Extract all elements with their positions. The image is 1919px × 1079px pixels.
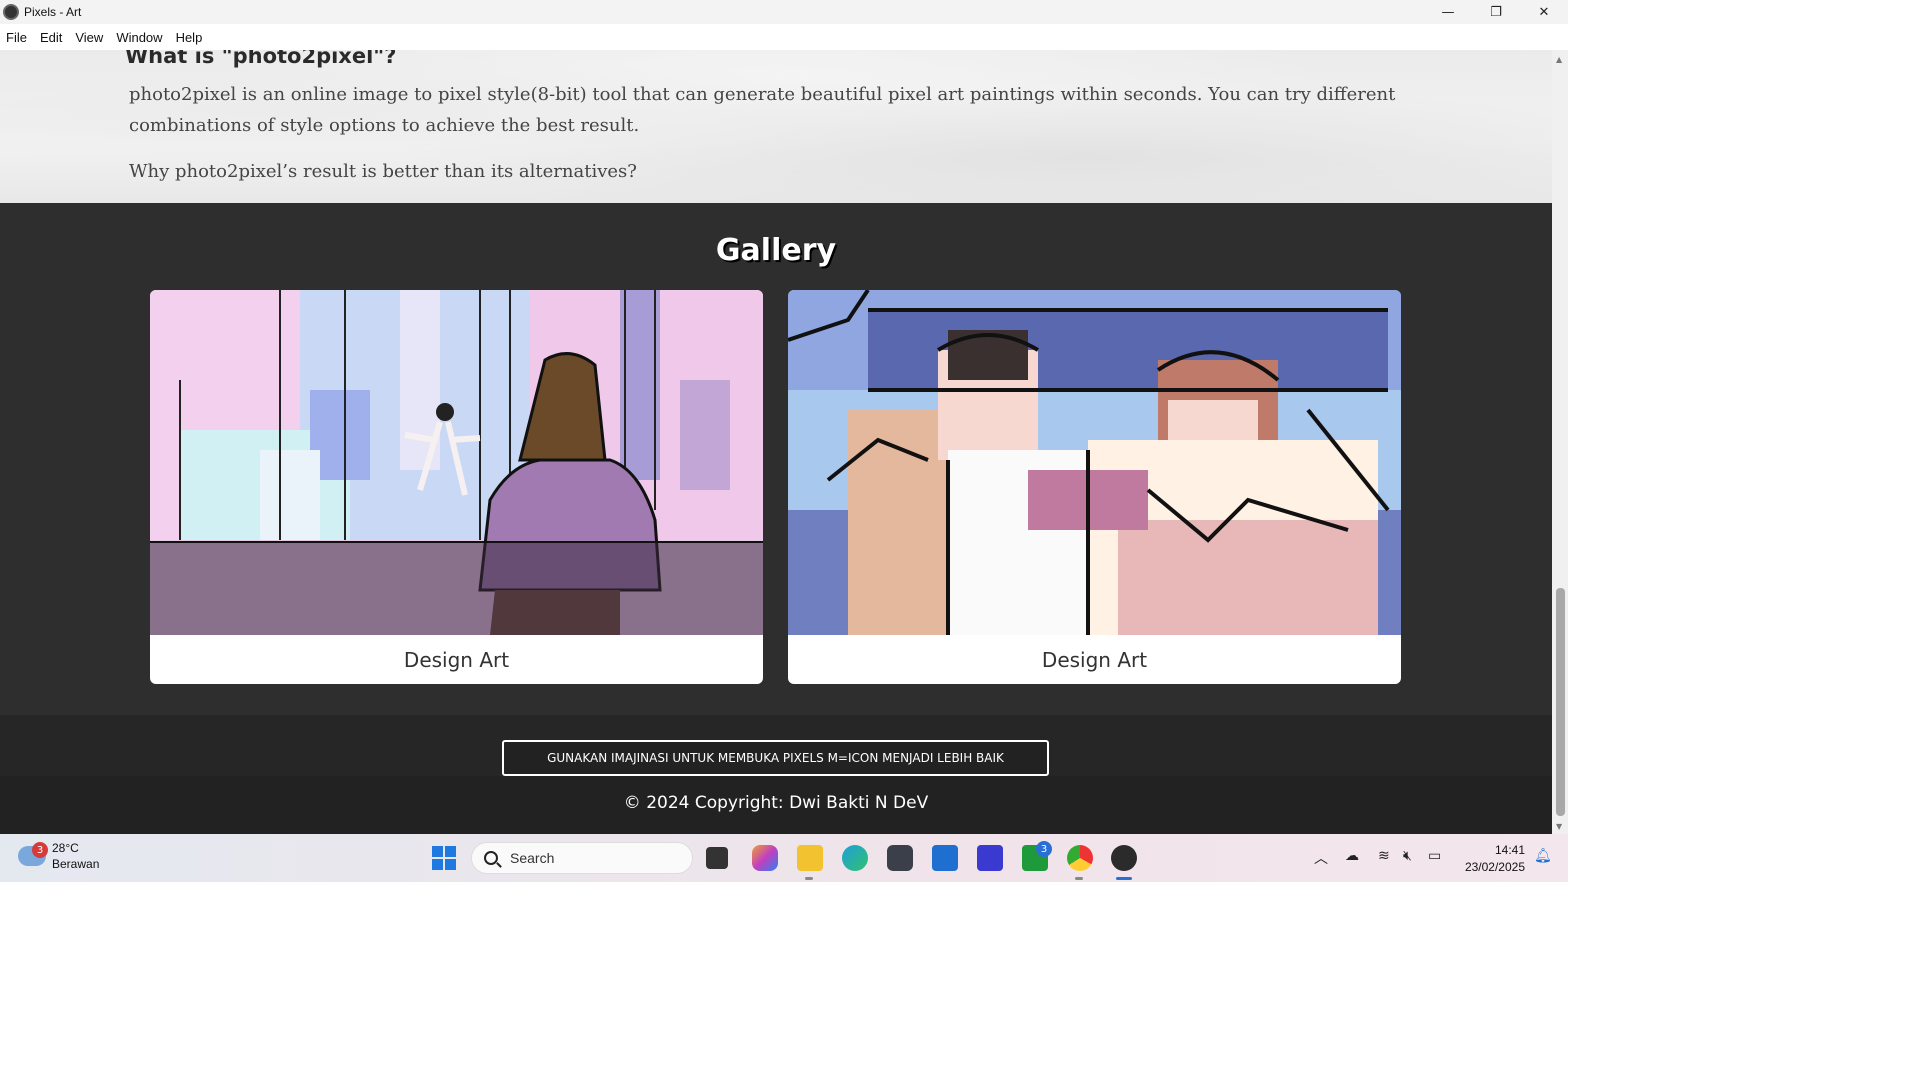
close-button[interactable]: ✕ bbox=[1520, 0, 1568, 24]
search-icon bbox=[484, 851, 498, 865]
gallery-image-couple bbox=[788, 290, 1401, 635]
copyright-text: © 2024 Copyright: Dwi Bakti N DeV bbox=[623, 793, 929, 813]
menu-window[interactable]: Window bbox=[116, 30, 162, 45]
minimize-button[interactable]: — bbox=[1424, 0, 1472, 24]
app-icon bbox=[3, 4, 19, 20]
windows-start-icon[interactable] bbox=[432, 846, 456, 870]
wifi-icon[interactable]: ≋ bbox=[1378, 848, 1390, 864]
window-title: Pixels - Art bbox=[24, 5, 82, 19]
title-bar: Pixels - Art — ❐ ✕ bbox=[0, 0, 1568, 24]
vertical-scrollbar[interactable]: ▲ ▼ bbox=[1552, 50, 1568, 834]
task-view-icon[interactable] bbox=[706, 847, 728, 869]
clock-time: 14:41 bbox=[1494, 843, 1525, 857]
volume-muted-icon[interactable]: 🔇︎ bbox=[1403, 848, 1412, 864]
xbox-badge: 3 bbox=[1036, 841, 1052, 857]
about-question: Why photo2pixel’s result is better than … bbox=[129, 161, 637, 182]
footer: GUNAKAN IMAJINASI UNTUK MEMBUKA PIXELS M… bbox=[0, 715, 1552, 834]
page-content: What is "photo2pixel"? photo2pixel is an… bbox=[0, 50, 1552, 834]
taskbar-search[interactable]: Search bbox=[471, 842, 693, 874]
weather-cloud-icon: 3 bbox=[18, 842, 48, 866]
gallery-card[interactable]: Design Art bbox=[150, 290, 763, 684]
taskbar: 3 28°C Berawan Search 3 ︿ ☁ ≋ 🔇︎ ▭ 14:41… bbox=[0, 834, 1568, 882]
menu-file[interactable]: File bbox=[6, 30, 27, 45]
active-app-indicator bbox=[1116, 877, 1132, 880]
weather-condition: Berawan bbox=[52, 857, 100, 871]
about-heading: What is "photo2pixel"? bbox=[125, 50, 397, 68]
menu-view[interactable]: View bbox=[75, 30, 103, 45]
copilot-icon[interactable] bbox=[752, 845, 778, 871]
window-controls: — ❐ ✕ bbox=[1424, 0, 1568, 24]
running-app-indicator bbox=[805, 877, 813, 880]
gallery-section: Gallery Design Art Design Art bbox=[0, 203, 1552, 715]
system-clock[interactable]: 14:41 23/02/2025 bbox=[1465, 842, 1525, 876]
about-paragraph: photo2pixel is an online image to pixel … bbox=[129, 84, 1396, 136]
notification-bell-icon[interactable]: 🔔︎ bbox=[1534, 848, 1552, 864]
chrome-icon[interactable] bbox=[1067, 845, 1093, 871]
file-explorer-icon[interactable] bbox=[797, 845, 823, 871]
chevron-up-icon[interactable]: ︿ bbox=[1314, 848, 1328, 868]
gallery-card[interactable]: Design Art bbox=[788, 290, 1401, 684]
pixels-app-taskbar-icon[interactable] bbox=[1111, 845, 1137, 871]
weather-widget[interactable]: 3 28°C Berawan bbox=[18, 840, 99, 872]
search-label: Search bbox=[510, 850, 555, 866]
gallery-image-girl-street bbox=[150, 290, 763, 635]
menu-help[interactable]: Help bbox=[176, 30, 203, 45]
cta-button[interactable]: GUNAKAN IMAJINASI UNTUK MEMBUKA PIXELS M… bbox=[502, 740, 1049, 776]
menu-edit[interactable]: Edit bbox=[40, 30, 62, 45]
edge-browser-icon[interactable] bbox=[842, 845, 868, 871]
menu-bar: File Edit View Window Help bbox=[0, 24, 1568, 50]
about-section: What is "photo2pixel"? photo2pixel is an… bbox=[0, 50, 1552, 203]
scrollbar-thumb[interactable] bbox=[1556, 588, 1565, 816]
editor-app-icon[interactable] bbox=[977, 845, 1003, 871]
weather-temperature: 28°C bbox=[52, 841, 79, 855]
card-caption: Design Art bbox=[403, 647, 510, 672]
app-hexagon-icon[interactable] bbox=[887, 845, 913, 871]
clock-date: 23/02/2025 bbox=[1464, 860, 1525, 874]
weather-badge: 3 bbox=[32, 842, 48, 858]
running-app-indicator bbox=[1075, 877, 1083, 880]
scroll-down-icon[interactable]: ▼ bbox=[1556, 822, 1562, 831]
scroll-up-icon[interactable]: ▲ bbox=[1556, 55, 1562, 64]
gallery-title: Gallery bbox=[715, 233, 837, 268]
store-icon[interactable] bbox=[932, 845, 958, 871]
battery-icon[interactable]: ▭ bbox=[1428, 848, 1441, 864]
maximize-button[interactable]: ❐ bbox=[1472, 0, 1520, 24]
card-caption: Design Art bbox=[1041, 647, 1148, 672]
cloud-offline-icon[interactable]: ☁ bbox=[1345, 848, 1359, 864]
